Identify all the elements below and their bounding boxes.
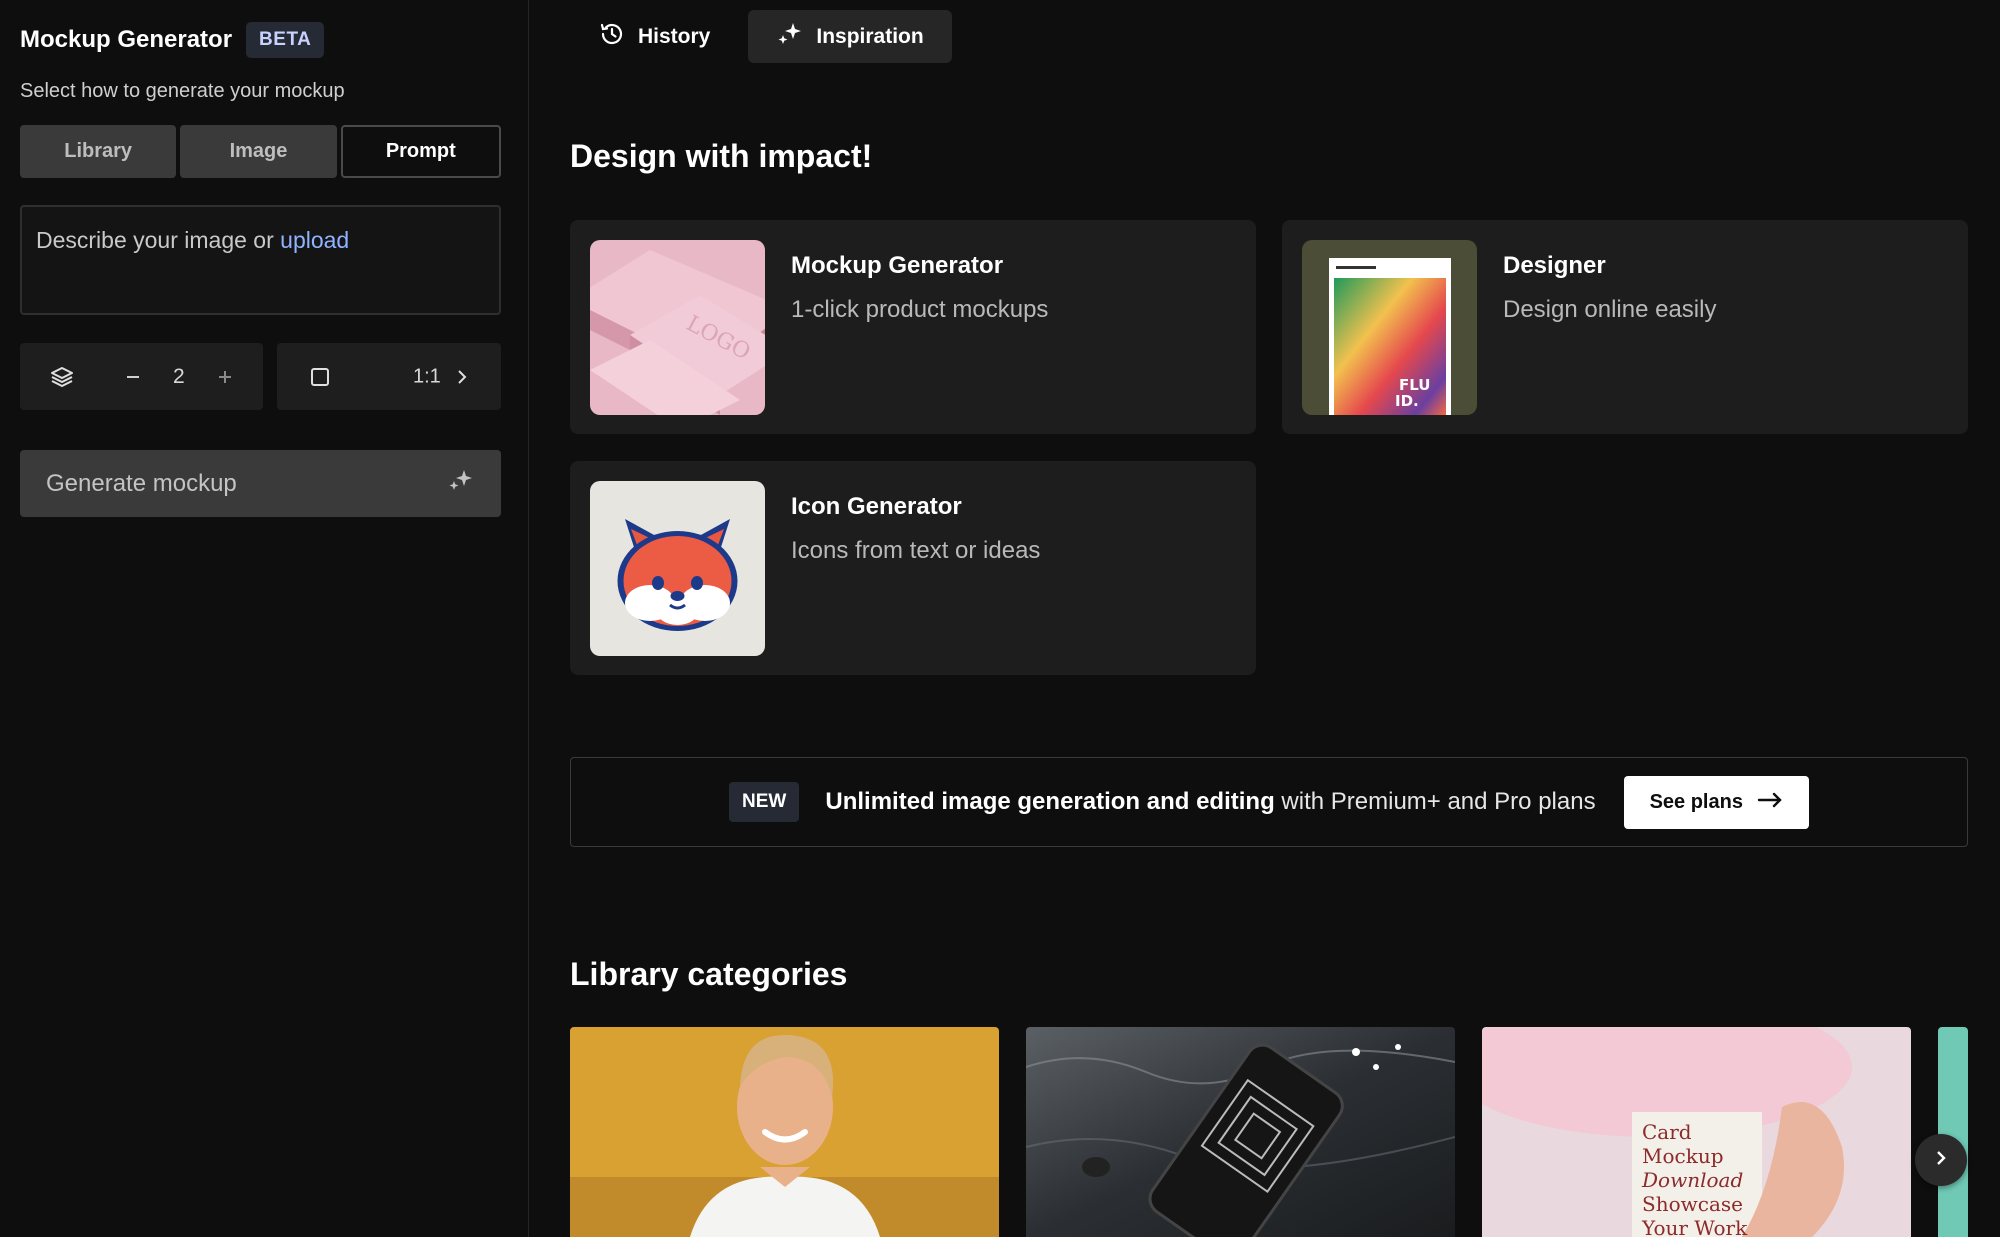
mode-selector: Library Image Prompt (20, 125, 501, 178)
mode-image-button[interactable]: Image (180, 125, 337, 178)
card-mockup-line4: Showcase (1642, 1192, 1743, 1216)
mockup-generator-title: Mockup Generator (791, 252, 1004, 279)
square-icon (310, 367, 330, 387)
tab-history[interactable]: History (570, 10, 738, 63)
library-category-card[interactable] (1938, 1027, 1968, 1237)
promo-text: Unlimited image generation and editing w… (825, 788, 1595, 816)
chevron-right-icon (455, 369, 469, 385)
designer-title: Designer (1503, 252, 1606, 279)
promo-bold-text: Unlimited image generation and editing (825, 788, 1275, 815)
tab-inspiration-label: Inspiration (816, 24, 924, 48)
tab-inspiration[interactable]: Inspiration (748, 10, 952, 63)
card-mockup-line1: Card (1642, 1120, 1692, 1144)
chevron-right-icon (1934, 1149, 1948, 1172)
designer-subtitle: Design online easily (1503, 296, 1717, 323)
see-plans-button[interactable]: See plans (1623, 775, 1809, 829)
arrow-right-icon (1757, 791, 1783, 814)
card-mockup-line5: Your Work (1641, 1216, 1748, 1237)
icon-generator-thumbnail (590, 481, 765, 656)
mockup-generator-thumbnail: LOGO (590, 240, 765, 415)
decrement-button[interactable] (124, 368, 142, 386)
increment-button[interactable] (216, 368, 234, 386)
promo-banner: NEW Unlimited image generation and editi… (570, 757, 1968, 847)
mode-instructions: Select how to generate your mockup (20, 80, 345, 102)
promo-rest-text: with Premium+ and Pro plans (1274, 788, 1596, 815)
aspect-ratio-value: 1:1 (413, 365, 441, 387)
app-title: Mockup Generator (20, 26, 233, 53)
mode-library-button[interactable]: Library (20, 125, 177, 178)
upload-link[interactable]: upload (280, 227, 349, 253)
icon-generator-subtitle: Icons from text or ideas (791, 537, 1041, 564)
prompt-input[interactable]: Describe your image or upload (20, 205, 501, 315)
tab-history-label: History (638, 24, 711, 48)
tool-card-mockup-generator[interactable]: LOGO Mockup Generator 1-click product mo… (570, 220, 1256, 434)
sparkles-icon (447, 466, 475, 501)
top-tabs: History Inspiration (570, 10, 952, 63)
image-count-control: 2 (20, 343, 263, 410)
tools-heading: Design with impact! (570, 138, 873, 174)
mode-prompt-button[interactable]: Prompt (340, 125, 501, 178)
tool-card-icon-generator[interactable]: Icon Generator Icons from text or ideas (570, 461, 1256, 675)
image-count-value: 2 (173, 364, 185, 388)
generate-mockup-button[interactable]: Generate mockup (20, 450, 501, 517)
card-mockup-line3: Download (1641, 1168, 1743, 1192)
card-mockup-line2: Mockup (1642, 1144, 1724, 1168)
see-plans-label: See plans (1649, 790, 1743, 813)
carousel-next-button[interactable] (1915, 1134, 1967, 1186)
icon-generator-title: Icon Generator (791, 493, 962, 520)
generate-label: Generate mockup (46, 469, 237, 497)
sidebar: Mockup Generator BETA Select how to gene… (0, 0, 529, 1237)
library-category-card[interactable] (570, 1027, 999, 1237)
prompt-placeholder: Describe your image or (36, 227, 274, 253)
history-icon (598, 20, 626, 54)
library-category-card[interactable]: Card Mockup Download Showcase Your Work (1482, 1027, 1911, 1237)
library-category-card[interactable] (1026, 1027, 1455, 1237)
svg-text:ID.: ID. (1395, 392, 1419, 410)
aspect-ratio-control[interactable]: 1:1 (277, 343, 501, 410)
brand: Mockup Generator BETA (20, 22, 325, 58)
new-badge: NEW (729, 782, 800, 822)
tool-card-designer[interactable]: FLU ID. Designer Design online easily (1282, 220, 1968, 434)
library-heading: Library categories (570, 956, 848, 992)
layers-icon (50, 365, 74, 389)
designer-thumbnail: FLU ID. (1302, 240, 1477, 415)
mockup-generator-subtitle: 1-click product mockups (791, 296, 1049, 323)
beta-badge: BETA (246, 22, 325, 58)
sparkles-icon (776, 20, 804, 54)
